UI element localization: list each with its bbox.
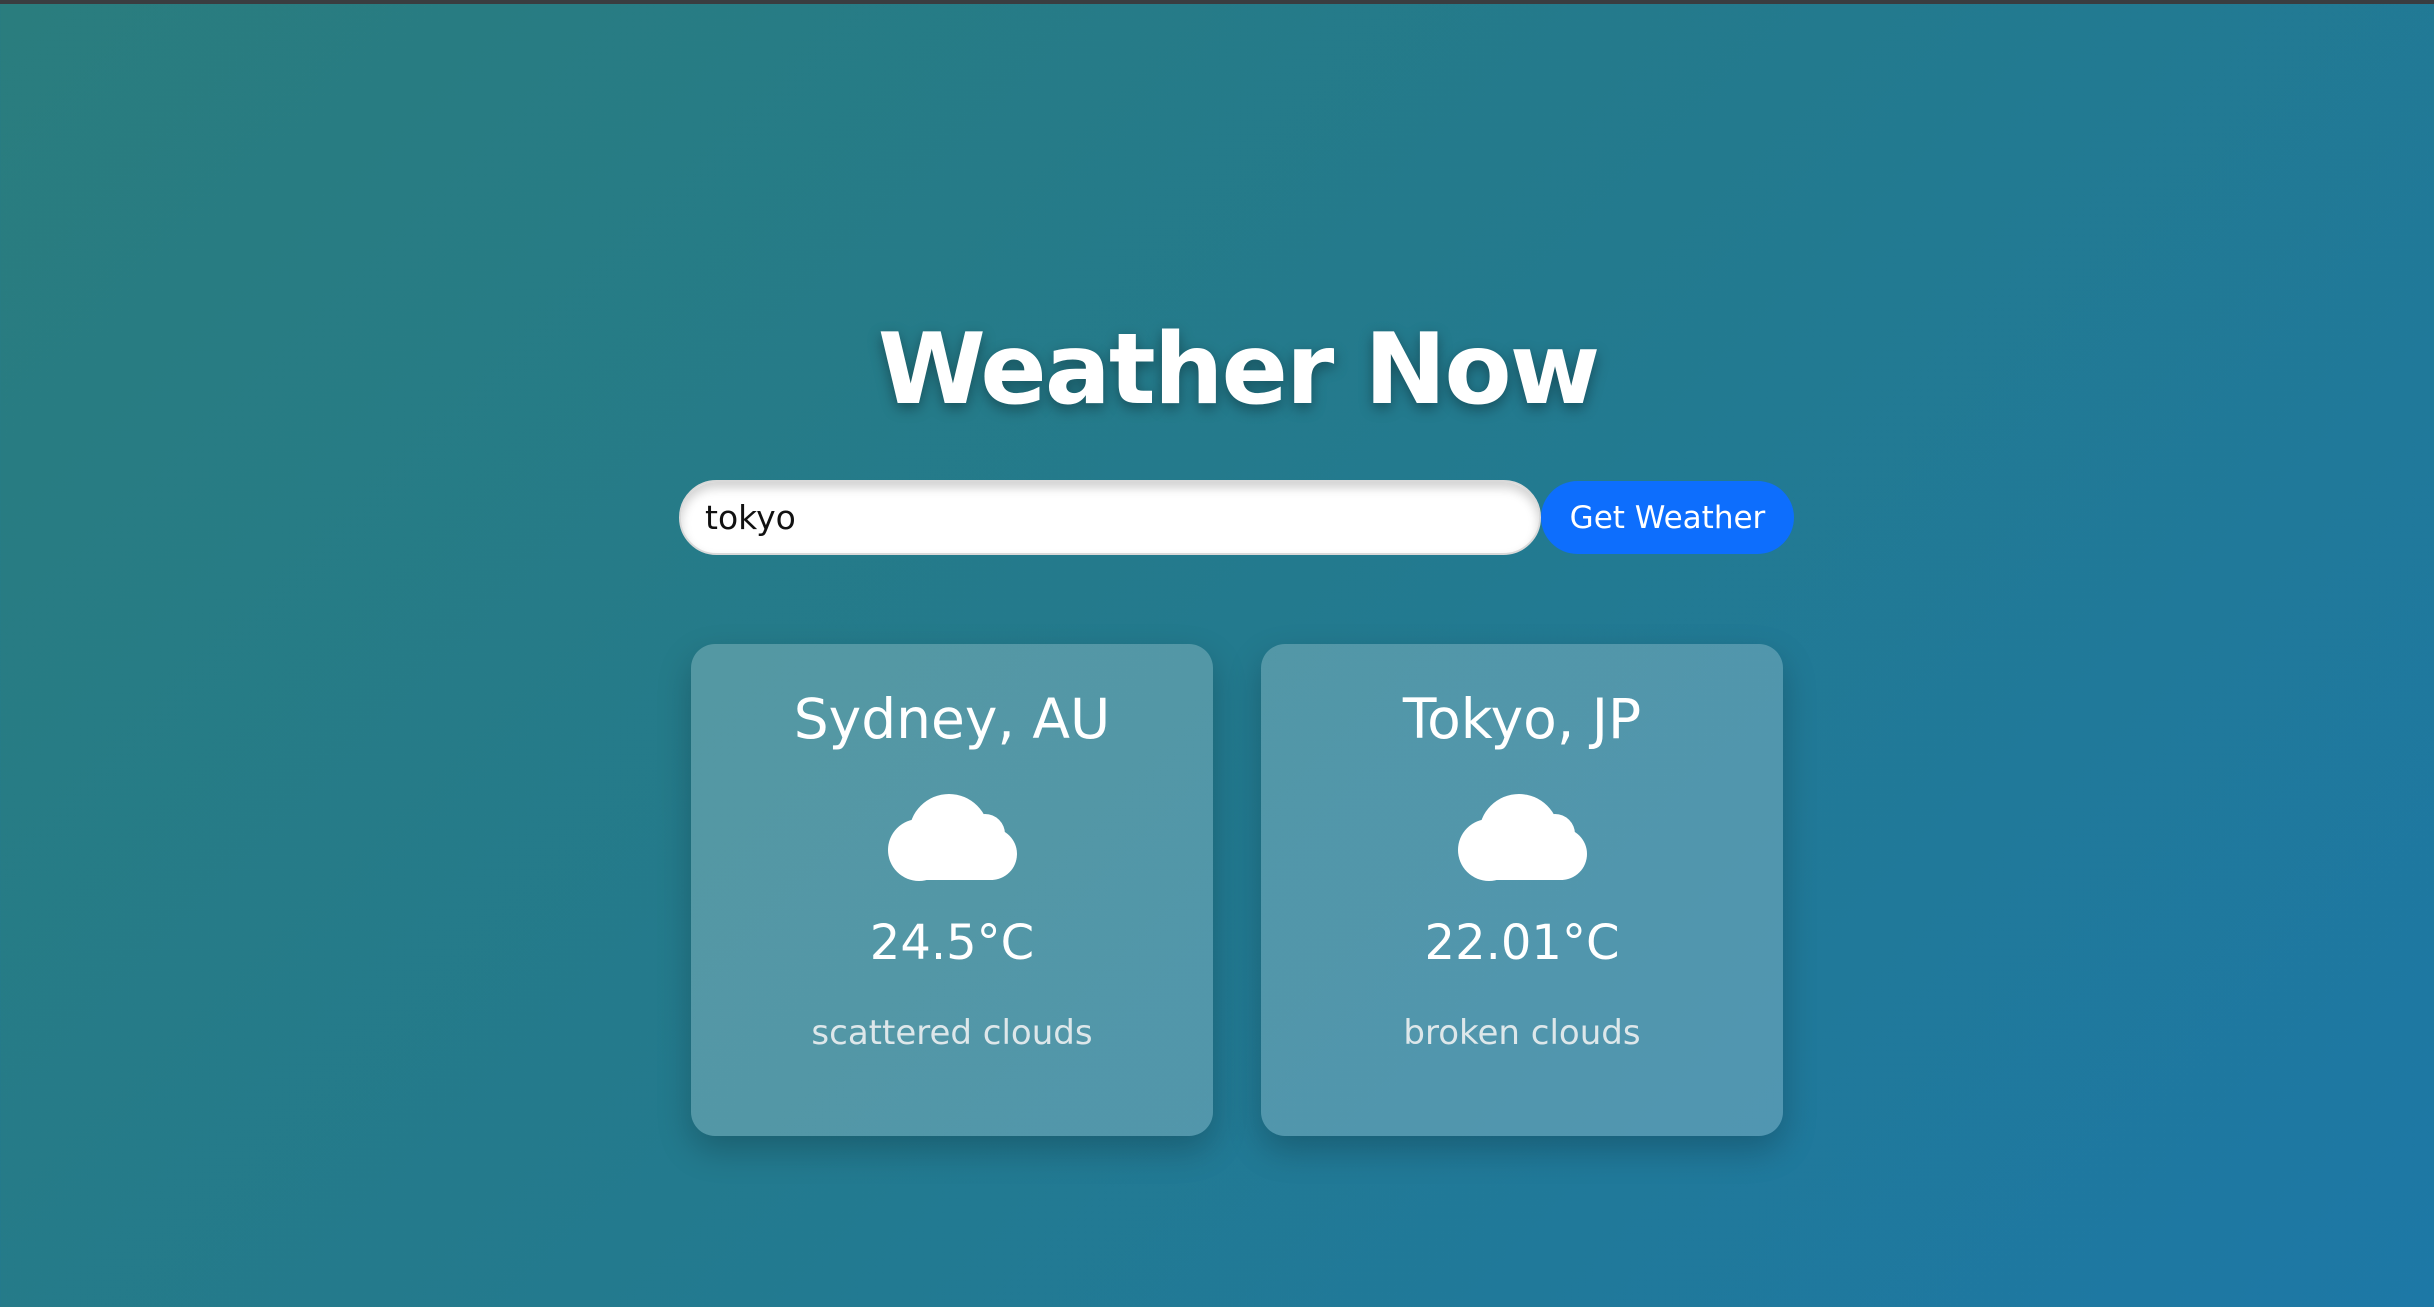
card-temperature: 22.01°C: [1424, 915, 1620, 971]
card-city: Tokyo, JP: [1402, 687, 1642, 751]
window-top-bar: [0, 0, 2434, 4]
search-form: Get Weather: [679, 480, 1794, 555]
card-description: broken clouds: [1403, 1013, 1641, 1053]
cloud-icon: [888, 794, 1017, 881]
card-city: Sydney, AU: [793, 687, 1111, 751]
card-description: scattered clouds: [811, 1013, 1093, 1053]
page-title: Weather Now: [877, 313, 1601, 427]
get-weather-button[interactable]: Get Weather: [1541, 481, 1794, 554]
card-temperature: 24.5°C: [869, 915, 1035, 971]
cloud-icon: [1458, 794, 1587, 881]
weather-card: Sydney, AU 24.5°C scattered clouds: [691, 644, 1213, 1136]
city-search-input[interactable]: [679, 480, 1541, 555]
weather-card: Tokyo, JP 22.01°C broken clouds: [1261, 644, 1783, 1136]
